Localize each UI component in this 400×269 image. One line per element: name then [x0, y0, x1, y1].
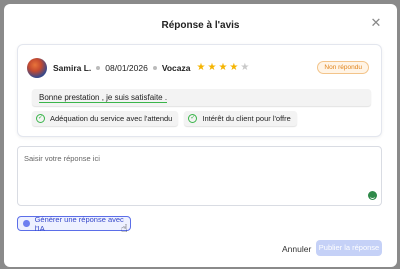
review-text-content: Bonne prestation , je suis satisfaite .	[39, 93, 168, 103]
generate-ai-reply-label: Générer une réponse avec l'IA	[34, 214, 124, 233]
star-filled-icon: ★	[229, 62, 239, 73]
review-card: Samira L. 08/01/2026 Vocaza ★ ★ ★ ★ ★ Non ré…	[17, 44, 382, 137]
star-filled-icon: ★	[218, 62, 228, 73]
star-empty-icon: ★	[240, 62, 250, 73]
check-circle-icon: ✓	[36, 114, 45, 123]
review-tag: ✓ Intérêt du client pour l'offre	[184, 111, 297, 126]
review-tag: ✓ Adéquation du service avec l'attendu	[32, 111, 179, 126]
separator-dot	[96, 66, 101, 70]
avatar	[27, 58, 47, 78]
star-rating: ★ ★ ★ ★ ★	[197, 63, 252, 73]
emoji-icon[interactable]	[368, 191, 377, 200]
status-badge: Non répondu	[317, 61, 369, 74]
review-tag-label: Intérêt du client pour l'offre	[202, 114, 291, 123]
review-source: Vocaza	[161, 63, 191, 73]
review-header: Samira L. 08/01/2026 Vocaza ★ ★ ★ ★ ★	[53, 61, 251, 75]
modal-title: Réponse à l'avis	[161, 20, 240, 31]
reply-field	[17, 146, 382, 206]
cancel-button[interactable]: Annuler	[282, 244, 311, 254]
review-text: Bonne prestation , je suis satisfaite .	[32, 89, 371, 106]
generate-ai-reply-button[interactable]: Générer une réponse avec l'IA	[17, 214, 131, 233]
review-tag-label: Adéquation du service avec l'attendu	[50, 114, 173, 123]
review-tags: ✓ Adéquation du service avec l'attendu ✓…	[32, 111, 303, 126]
close-icon[interactable]: ✕	[369, 16, 383, 30]
star-filled-icon: ★	[196, 62, 206, 73]
reply-input[interactable]	[18, 147, 381, 205]
review-date: 08/01/2026	[105, 63, 148, 73]
hand-cursor-icon: ☝	[121, 223, 128, 235]
star-filled-icon: ★	[207, 62, 217, 73]
publish-reply-button[interactable]: Publier la réponse	[316, 240, 382, 256]
review-reply-modal: Réponse à l'avis ✕ Samira L. 08/01/2026 …	[4, 4, 397, 267]
ai-sparkle-icon	[23, 220, 30, 227]
check-circle-icon: ✓	[188, 114, 198, 123]
separator-dot	[152, 66, 157, 70]
review-author: Samira L.	[53, 63, 92, 73]
